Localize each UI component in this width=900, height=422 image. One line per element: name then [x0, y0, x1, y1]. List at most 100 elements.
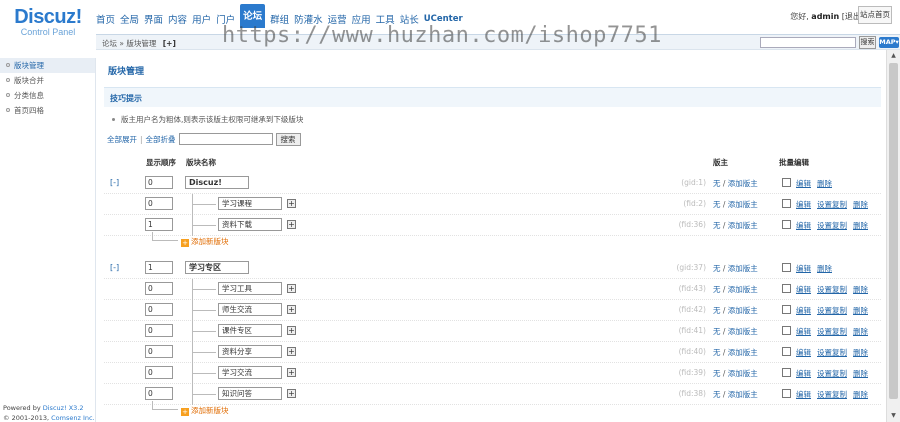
display-order-input[interactable]: 0: [145, 324, 173, 337]
edit-link[interactable]: 编辑: [796, 264, 811, 273]
top-search-button[interactable]: 搜索: [859, 36, 876, 49]
expand-all-link[interactable]: 全部展开: [107, 134, 137, 145]
logo[interactable]: Discuz! Control Panel: [0, 0, 96, 44]
batch-checkbox[interactable]: [782, 199, 791, 208]
delete-link[interactable]: 删除: [853, 327, 868, 336]
add-subforum-icon[interactable]: +: [287, 326, 296, 335]
site-home-button[interactable]: 站点首页: [858, 6, 892, 24]
edit-link[interactable]: 编辑: [796, 306, 811, 315]
forum-name-input[interactable]: 知识问答: [218, 387, 282, 400]
display-order-input[interactable]: 1: [145, 218, 173, 231]
batch-checkbox[interactable]: [782, 305, 791, 314]
add-subforum-icon[interactable]: +: [287, 284, 296, 293]
add-forum-link[interactable]: + 添加新版块: [181, 236, 229, 247]
forum-name-input[interactable]: 学习工具: [218, 282, 282, 295]
add-moderator-link[interactable]: 添加版主: [728, 327, 758, 336]
edit-link[interactable]: 编辑: [796, 327, 811, 336]
forum-name-input[interactable]: 资料下载: [218, 218, 282, 231]
add-subforum-icon[interactable]: +: [287, 305, 296, 314]
powered-product[interactable]: Discuz! X3.2: [43, 404, 84, 412]
nav-global[interactable]: 全局: [120, 12, 139, 26]
batch-checkbox[interactable]: [782, 284, 791, 293]
edit-link[interactable]: 编辑: [796, 285, 811, 294]
copy-settings-link[interactable]: 设置复制: [817, 369, 847, 378]
forum-name-input[interactable]: 课件专区: [218, 324, 282, 337]
add-moderator-link[interactable]: 添加版主: [728, 179, 758, 188]
delete-link[interactable]: 删除: [853, 285, 868, 294]
display-order-input[interactable]: 0: [145, 176, 173, 189]
expand-toggle[interactable]: [-]: [110, 178, 119, 187]
add-subforum-icon[interactable]: +: [287, 347, 296, 356]
forum-search-input[interactable]: [178, 133, 273, 145]
add-moderator-link[interactable]: 添加版主: [728, 348, 758, 357]
add-moderator-link[interactable]: 添加版主: [728, 221, 758, 230]
batch-checkbox[interactable]: [782, 347, 791, 356]
forum-name-input[interactable]: 学习课程: [218, 197, 282, 210]
display-order-input[interactable]: 0: [145, 303, 173, 316]
batch-checkbox[interactable]: [782, 326, 791, 335]
map-button[interactable]: MAP▾: [879, 37, 899, 48]
nav-interface[interactable]: 界面: [144, 12, 163, 26]
add-subforum-icon[interactable]: +: [287, 368, 296, 377]
edit-link[interactable]: 编辑: [796, 348, 811, 357]
scroll-down-icon[interactable]: ▼: [887, 410, 900, 422]
forum-name-input[interactable]: 学习交流: [218, 366, 282, 379]
batch-checkbox[interactable]: [782, 220, 791, 229]
forum-name-input[interactable]: 资料分享: [218, 345, 282, 358]
forum-name-input[interactable]: Discuz!: [185, 176, 249, 189]
display-order-input[interactable]: 0: [145, 197, 173, 210]
copy-settings-link[interactable]: 设置复制: [817, 327, 847, 336]
add-subforum-icon[interactable]: +: [287, 389, 296, 398]
edit-link[interactable]: 编辑: [796, 179, 811, 188]
nav-home[interactable]: 首页: [96, 12, 115, 26]
delete-link[interactable]: 删除: [853, 306, 868, 315]
copy-settings-link[interactable]: 设置复制: [817, 306, 847, 315]
add-subforum-icon[interactable]: +: [287, 220, 296, 229]
batch-checkbox[interactable]: [782, 368, 791, 377]
add-moderator-link[interactable]: 添加版主: [728, 285, 758, 294]
copy-settings-link[interactable]: 设置复制: [817, 348, 847, 357]
forum-search-button[interactable]: 搜索: [275, 132, 301, 146]
forum-name-input[interactable]: 学习专区: [185, 261, 249, 274]
sidebar-item-home-grid[interactable]: 首页四格: [0, 103, 95, 118]
delete-link[interactable]: 删除: [817, 179, 832, 188]
add-moderator-link[interactable]: 添加版主: [728, 390, 758, 399]
forum-name-input[interactable]: 师生交流: [218, 303, 282, 316]
add-subforum-icon[interactable]: +: [287, 199, 296, 208]
sidebar-item-forum-manage[interactable]: 版块管理: [0, 58, 95, 73]
nav-users[interactable]: 用户: [192, 12, 211, 26]
delete-link[interactable]: 删除: [853, 390, 868, 399]
copyright-company[interactable]: Comsenz Inc.: [51, 414, 95, 422]
copy-settings-link[interactable]: 设置复制: [817, 390, 847, 399]
delete-link[interactable]: 删除: [853, 348, 868, 357]
copy-settings-link[interactable]: 设置复制: [817, 200, 847, 209]
display-order-input[interactable]: 0: [145, 366, 173, 379]
add-moderator-link[interactable]: 添加版主: [728, 306, 758, 315]
edit-link[interactable]: 编辑: [796, 221, 811, 230]
add-forum-link[interactable]: + 添加新版块: [181, 405, 229, 416]
delete-link[interactable]: 删除: [853, 221, 868, 230]
sidebar-item-forum-merge[interactable]: 版块合并: [0, 73, 95, 88]
add-moderator-link[interactable]: 添加版主: [728, 200, 758, 209]
add-shortcut-button[interactable]: [+]: [163, 39, 176, 48]
batch-checkbox[interactable]: [782, 389, 791, 398]
edit-link[interactable]: 编辑: [796, 369, 811, 378]
expand-toggle[interactable]: [-]: [110, 263, 119, 272]
delete-link[interactable]: 删除: [853, 200, 868, 209]
collapse-all-link[interactable]: 全部折叠: [146, 134, 176, 145]
display-order-input[interactable]: 1: [145, 261, 173, 274]
top-search-input[interactable]: [760, 37, 856, 48]
copy-settings-link[interactable]: 设置复制: [817, 285, 847, 294]
edit-link[interactable]: 编辑: [796, 200, 811, 209]
display-order-input[interactable]: 0: [145, 282, 173, 295]
scroll-thumb[interactable]: [889, 63, 898, 399]
display-order-input[interactable]: 0: [145, 387, 173, 400]
scroll-up-icon[interactable]: ▲: [887, 50, 900, 62]
add-moderator-link[interactable]: 添加版主: [728, 369, 758, 378]
display-order-input[interactable]: 0: [145, 345, 173, 358]
nav-content[interactable]: 内容: [168, 12, 187, 26]
sidebar-item-category-info[interactable]: 分类信息: [0, 88, 95, 103]
edit-link[interactable]: 编辑: [796, 390, 811, 399]
copy-settings-link[interactable]: 设置复制: [817, 221, 847, 230]
batch-checkbox[interactable]: [782, 178, 791, 187]
